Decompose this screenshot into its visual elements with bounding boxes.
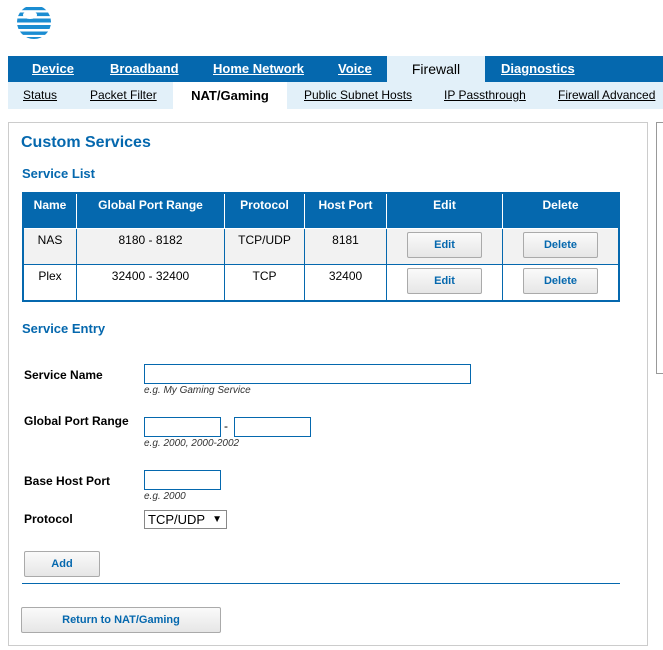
table-row: Plex 32400 - 32400 TCP 32400 Edit Delete	[22, 264, 620, 302]
global-port-range-label: Global Port Range	[24, 414, 129, 428]
cell-protocol: TCP/UDP	[224, 228, 305, 265]
cell-range: 32400 - 32400	[76, 264, 225, 302]
edit-button[interactable]: Edit	[407, 232, 482, 258]
delete-button[interactable]: Delete	[523, 232, 598, 258]
cell-name: Plex	[22, 264, 77, 302]
port-range-separator: -	[224, 419, 228, 433]
cell-host-port: 8181	[304, 228, 387, 265]
protocol-label: Protocol	[24, 512, 73, 526]
col-protocol: Protocol	[224, 192, 305, 229]
nav-diagnostics[interactable]: Diagnostics	[501, 56, 575, 82]
cell-delete: Delete	[502, 228, 620, 265]
add-button[interactable]: Add	[24, 551, 100, 577]
cell-range: 8180 - 8182	[76, 228, 225, 265]
att-globe-icon	[16, 4, 52, 40]
nav-firewall[interactable]: Firewall	[387, 56, 485, 82]
service-name-label: Service Name	[24, 368, 103, 382]
port-range-hint: e.g. 2000, 2000-2002	[144, 438, 240, 449]
cell-protocol: TCP	[224, 264, 305, 302]
return-to-nat-gaming-button[interactable]: Return to NAT/Gaming	[21, 607, 221, 633]
divider	[22, 583, 620, 584]
protocol-select[interactable]: TCP/UDP ▼	[144, 510, 227, 529]
subnav-nat-gaming[interactable]: NAT/Gaming	[173, 82, 287, 109]
nav-broadband[interactable]: Broadband	[110, 56, 179, 82]
scrollbar[interactable]	[656, 122, 663, 374]
service-name-hint: e.g. My Gaming Service	[144, 385, 251, 396]
primary-nav: Device Broadband Home Network Voice Fire…	[8, 56, 663, 82]
subnav-packet-filter[interactable]: Packet Filter	[90, 82, 157, 109]
base-host-port-input[interactable]	[144, 470, 221, 490]
col-host-port: Host Port	[304, 192, 387, 229]
service-name-input[interactable]	[144, 364, 471, 384]
base-host-port-label: Base Host Port	[24, 474, 111, 488]
subnav-firewall-advanced[interactable]: Firewall Advanced	[558, 82, 655, 109]
dropdown-arrow-icon: ▼	[212, 514, 222, 525]
nav-voice[interactable]: Voice	[338, 56, 372, 82]
protocol-selected-value: TCP/UDP	[148, 512, 206, 527]
port-range-start-input[interactable]	[144, 417, 221, 437]
col-global-port-range: Global Port Range	[76, 192, 225, 229]
service-list-table: Name Global Port Range Protocol Host Por…	[22, 192, 620, 302]
port-range-end-input[interactable]	[234, 417, 311, 437]
cell-delete: Delete	[502, 264, 620, 302]
cell-host-port: 32400	[304, 264, 387, 302]
cell-edit: Edit	[386, 264, 503, 302]
col-edit: Edit	[386, 192, 503, 229]
cell-name: NAS	[22, 228, 77, 265]
subnav-ip-passthrough[interactable]: IP Passthrough	[444, 82, 526, 109]
col-name: Name	[22, 192, 77, 229]
service-list-heading: Service List	[22, 166, 95, 181]
base-host-port-hint: e.g. 2000	[144, 491, 186, 502]
page-title: Custom Services	[21, 134, 151, 151]
table-row: NAS 8180 - 8182 TCP/UDP 8181 Edit Delete	[22, 228, 620, 265]
cell-edit: Edit	[386, 228, 503, 265]
secondary-nav: Status Packet Filter NAT/Gaming Public S…	[8, 82, 663, 109]
subnav-public-subnet-hosts[interactable]: Public Subnet Hosts	[304, 82, 412, 109]
service-entry-heading: Service Entry	[22, 321, 106, 336]
delete-button[interactable]: Delete	[523, 268, 598, 294]
nav-home-network[interactable]: Home Network	[213, 56, 304, 82]
subnav-status[interactable]: Status	[23, 82, 57, 109]
table-header-row: Name Global Port Range Protocol Host Por…	[22, 192, 620, 229]
nav-device[interactable]: Device	[32, 56, 74, 82]
col-delete: Delete	[502, 192, 620, 229]
edit-button[interactable]: Edit	[407, 268, 482, 294]
